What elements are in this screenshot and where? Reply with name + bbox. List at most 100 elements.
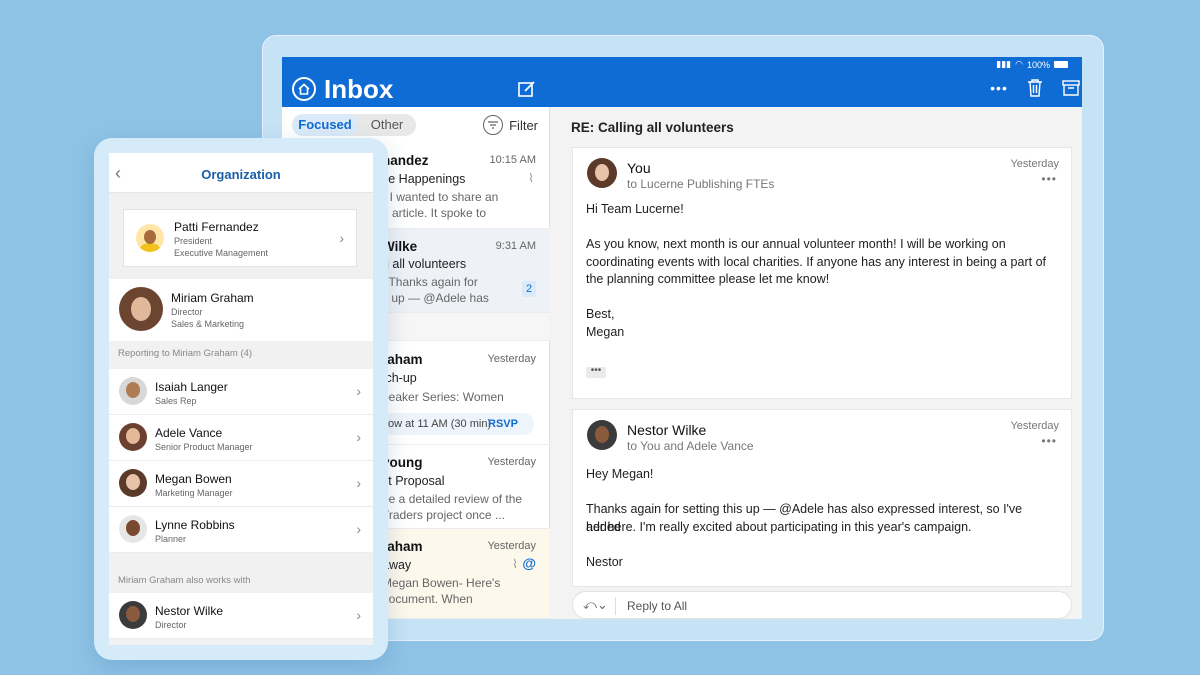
show-quoted-text-button[interactable]: ••• [586,366,606,378]
email-more-icon[interactable]: ••• [1041,434,1057,448]
avatar [136,224,164,252]
signal-icon: ▮▮▮ [996,59,1012,69]
email-date: Yesterday [1010,420,1059,432]
attachment-icon: ⌇ [512,557,518,571]
message-time: Yesterday [487,456,536,468]
person-title: Director [171,307,203,317]
person-row[interactable]: Adele Vance Senior Product Manager › [109,415,373,461]
message-time: 10:15 AM [489,154,536,166]
reply-all-icon[interactable]: ⤺⌄ [583,597,608,613]
email-recipients[interactable]: to You and Adele Vance [627,439,754,453]
avatar [119,469,147,497]
inbox-tabs: Focused Other [292,114,416,136]
message-preview: document. When [382,592,473,606]
home-icon[interactable] [292,77,316,101]
person-row[interactable]: Megan Bowen Marketing Manager › [109,461,373,507]
person-name: Isaiah Langer [155,380,228,394]
person-name: Lynne Robbins [155,518,235,532]
header: ‹ Organization [109,153,373,193]
chevron-right-icon: › [356,475,361,491]
message-sender: young [382,455,423,470]
avatar [119,377,147,405]
person-title: President [174,236,213,246]
message-subject: ce Happenings [382,172,466,186]
more-options-icon[interactable]: ••• [988,77,1010,99]
manager-card[interactable]: Patti Fernandez President Executive Mana… [123,209,357,267]
page-title: Inbox [324,74,394,104]
filter-icon [483,115,504,135]
person-name: Megan Bowen [155,472,232,486]
reading-pane: RE: Calling all volunteers You to Lucern… [550,107,1082,619]
person-row[interactable]: Isaiah Langer Sales Rep › [109,369,373,415]
email-greeting: Hey Megan! [586,467,654,481]
battery-icon [1054,61,1068,68]
chevron-right-icon: › [356,607,361,623]
avatar [119,515,147,543]
person-title: Director [155,620,187,630]
message-preview: Traders project once ... [382,508,505,522]
message-preview: Megan Bowen- Here's [382,576,501,590]
email-recipients[interactable]: to Lucerne Publishing FTEs [627,177,774,191]
delete-icon[interactable] [1024,77,1046,99]
current-person-card: Miriam Graham Director Sales & Marketing [109,279,373,341]
chevron-right-icon: › [356,383,361,399]
thread-count-badge: 2 [522,281,536,297]
avatar[interactable] [587,420,617,450]
message-preview: s up — @Adele has [382,291,489,305]
message-preview: be a detailed review of the [382,492,523,506]
avatar [119,287,163,331]
email-body-line: her here. I'm really excited about parti… [586,519,972,534]
message-time: Yesterday [487,540,536,552]
battery-percent: 100% [1026,59,1050,70]
rsvp-button[interactable]: RSVP [488,413,518,435]
person-title: Senior Product Manager [155,442,253,452]
conversation-subject: RE: Calling all volunteers [571,120,734,135]
phone-device: ‹ Organization Patti Fernandez President… [94,138,388,660]
message-time: 9:31 AM [495,240,536,252]
page-title: Organization [201,167,281,182]
person-name: Patti Fernandez [174,220,259,234]
tab-other[interactable]: Other [358,114,416,136]
reply-all-field[interactable]: Reply to All [627,599,687,613]
avatar [119,423,147,451]
mention-icon: @ [522,555,536,571]
archive-icon[interactable] [1060,77,1082,99]
avatar [119,601,147,629]
email-date: Yesterday [1010,158,1059,170]
message-preview: ! Thanks again for [382,275,478,289]
email-signature: Megan [586,324,625,339]
email-closing: Best, [586,307,615,321]
message-sender: raham [382,352,423,367]
outlook-tablet-screen: ▮▮▮ ◠ 100% Inbox ••• Focused Other Filte… [282,57,1082,619]
email-card: Nestor Wilke to You and Adele Vance Yest… [572,409,1072,587]
person-title: Planner [155,534,187,544]
app-header: Inbox ••• [282,71,1082,107]
person-row[interactable]: Nestor Wilke Director › [109,593,373,639]
message-preview: peaker Series: Women [382,390,504,404]
avatar[interactable] [587,158,617,188]
email-more-icon[interactable]: ••• [1041,172,1057,186]
email-greeting: Hi Team Lucerne! [586,202,684,216]
wifi-icon: ◠ [1015,59,1023,69]
email-body-line: the planning committee please let me kno… [586,272,830,286]
person-department: Executive Management [174,248,269,258]
person-row[interactable]: Lynne Robbins Planner › [109,507,373,553]
chevron-right-icon: › [356,429,361,445]
email-body-line: As you know, next month is our annual vo… [586,237,1006,251]
person-name: Miriam Graham [171,291,254,305]
status-bar: ▮▮▮ ◠ 100% [282,57,1082,71]
tab-focused[interactable]: Focused [292,114,358,136]
chevron-right-icon: › [356,521,361,537]
filter-button[interactable]: Filter [483,115,538,135]
chevron-right-icon: › [339,230,344,246]
message-subject: ct Proposal [382,474,445,488]
email-sender: Nestor Wilke [627,422,707,438]
section-header: Reporting to Miriam Graham (4) [118,348,253,359]
email-sender: You [627,160,651,176]
section-header: Miriam Graham also works with [118,575,251,586]
rsvp-time: ow at 11 AM (30 min) [388,418,492,430]
compose-icon[interactable] [517,79,537,104]
message-time: Yesterday [487,353,536,365]
reply-bar[interactable]: ⤺⌄ Reply to All [572,591,1072,619]
email-signature: Nestor [586,555,623,569]
